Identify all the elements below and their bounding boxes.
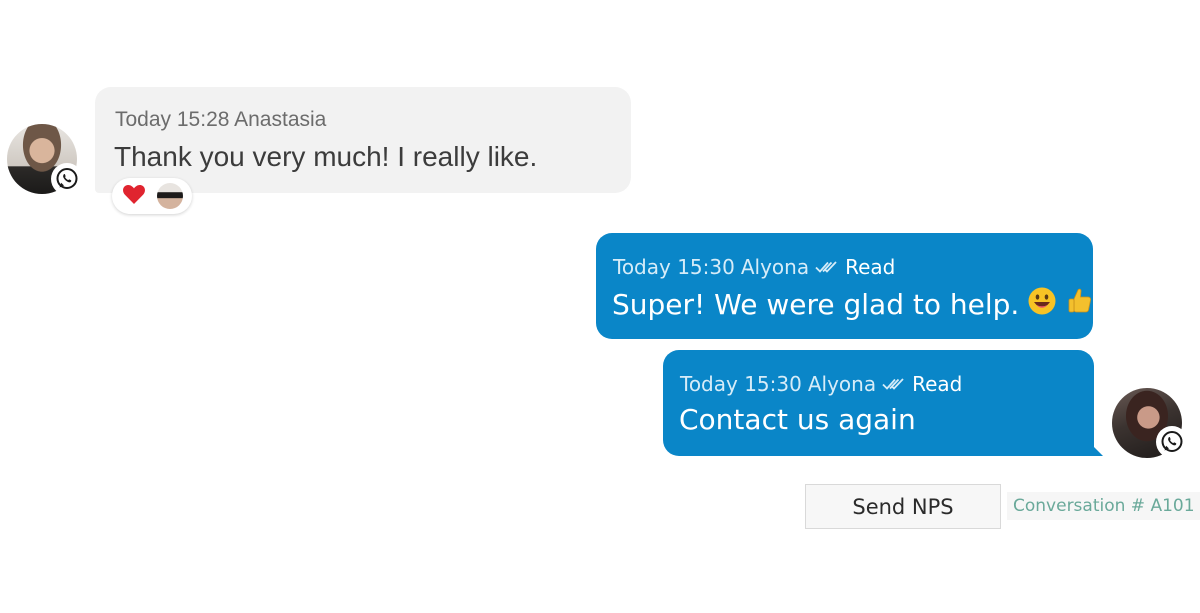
outgoing-message-text: Super! We were glad to help. <box>612 288 1020 321</box>
chat-canvas: Today 15:28 Anastasia Thank you very muc… <box>0 0 1200 613</box>
whatsapp-icon <box>52 164 82 194</box>
message-reactions[interactable] <box>112 178 192 214</box>
send-nps-button[interactable]: Send NPS <box>805 484 1001 529</box>
reaction-user-avatar[interactable] <box>156 183 183 209</box>
grinning-face-icon <box>1027 286 1057 323</box>
outgoing-timestamp: Today 15:30 <box>680 372 802 396</box>
read-status: Read <box>845 255 896 279</box>
outgoing-message-meta: Today 15:30 Alyona Read <box>613 255 895 279</box>
double-check-icon <box>882 372 906 396</box>
conversation-id-label: Conversation # A101 <box>1007 492 1200 520</box>
outgoing-author: Alyona <box>740 255 810 279</box>
outgoing-message-text: Contact us again <box>679 403 916 436</box>
incoming-timestamp: Today 15:28 <box>115 108 230 131</box>
incoming-message-meta: Today 15:28 Anastasia <box>115 108 326 132</box>
outgoing-message-meta: Today 15:30 Alyona Read <box>680 372 962 396</box>
incoming-author: Anastasia <box>234 108 327 131</box>
thumbs-up-icon <box>1065 286 1095 323</box>
outgoing-author: Alyona <box>807 372 877 396</box>
incoming-message-text: Thank you very much! I really like. <box>114 141 538 172</box>
read-status: Read <box>912 372 963 396</box>
outgoing-message-text-row: Super! We were glad to help. <box>612 286 1095 323</box>
double-check-icon <box>815 255 839 279</box>
heart-icon[interactable] <box>122 183 146 209</box>
outgoing-timestamp: Today 15:30 <box>613 255 735 279</box>
outgoing-message-bubble[interactable]: Today 15:30 Alyona Read Super! We were g… <box>596 233 1093 339</box>
whatsapp-icon <box>1157 427 1187 457</box>
outgoing-message-bubble[interactable]: Today 15:30 Alyona Read Contact us again <box>663 350 1103 456</box>
